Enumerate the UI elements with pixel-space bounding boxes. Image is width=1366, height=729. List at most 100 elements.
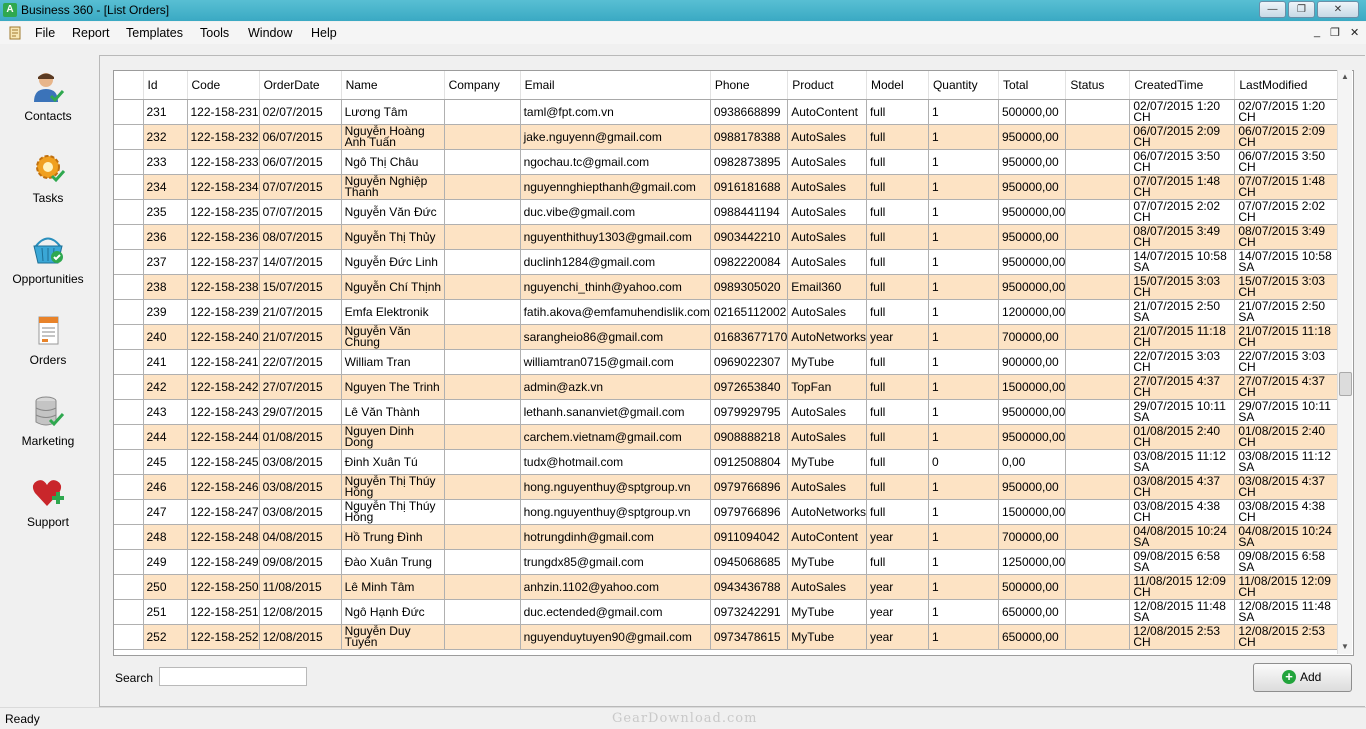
row-header[interactable]: [114, 199, 144, 225]
cell-status[interactable]: [1065, 174, 1131, 200]
cell-quantity[interactable]: 1: [928, 174, 999, 200]
cell-lastmodified[interactable]: 29/07/2015 10:11 SA: [1234, 399, 1344, 425]
cell-orderdate[interactable]: 12/08/2015: [259, 599, 342, 625]
cell-id[interactable]: 244: [143, 424, 188, 450]
cell-lastmodified[interactable]: 14/07/2015 10:58 SA: [1234, 249, 1344, 275]
column-header-email[interactable]: Email: [520, 71, 711, 100]
cell-name[interactable]: William Tran: [341, 349, 445, 375]
cell-code[interactable]: 122-158-246: [187, 474, 260, 500]
cell-name[interactable]: Nguyễn Thị Thúy Hồng: [341, 474, 445, 500]
cell-lastmodified[interactable]: 03/08/2015 11:12 SA: [1234, 449, 1344, 475]
cell-model[interactable]: full: [866, 274, 929, 300]
cell-model[interactable]: full: [866, 149, 929, 175]
column-header-name[interactable]: Name: [341, 71, 445, 100]
cell-id[interactable]: 241: [143, 349, 188, 375]
cell-lastmodified[interactable]: 06/07/2015 2:09 CH: [1234, 124, 1344, 150]
cell-orderdate[interactable]: 11/08/2015: [259, 574, 342, 600]
cell-status[interactable]: [1065, 299, 1131, 325]
cell-lastmodified[interactable]: 01/08/2015 2:40 CH: [1234, 424, 1344, 450]
mdi-minimize-button[interactable]: _: [1314, 26, 1320, 38]
column-header-lastmodified[interactable]: LastModified: [1234, 71, 1344, 100]
cell-id[interactable]: 247: [143, 499, 188, 525]
cell-status[interactable]: [1065, 224, 1131, 250]
row-header[interactable]: [114, 599, 144, 625]
cell-email[interactable]: tudx@hotmail.com: [520, 449, 711, 475]
cell-model[interactable]: year: [866, 599, 929, 625]
cell-product[interactable]: AutoSales: [787, 124, 867, 150]
cell-company[interactable]: [444, 174, 521, 200]
cell-code[interactable]: 122-158-252: [187, 624, 260, 650]
cell-name[interactable]: Nguyễn Văn Chung: [341, 324, 445, 350]
cell-phone[interactable]: 0972653840: [710, 374, 789, 400]
scrollbar-thumb[interactable]: [1339, 372, 1352, 396]
table-row[interactable]: 244 122-158-244 01/08/2015 Nguyen Dinh Dong…: [114, 424, 1344, 450]
cell-total[interactable]: 650000,00: [998, 599, 1067, 625]
sidebar-item-support[interactable]: Support: [0, 476, 96, 529]
row-header[interactable]: [114, 324, 144, 350]
cell-product[interactable]: AutoSales: [787, 149, 867, 175]
cell-id[interactable]: 236: [143, 224, 188, 250]
cell-company[interactable]: [444, 524, 521, 550]
cell-createdtime[interactable]: 03/08/2015 4:38 CH: [1129, 499, 1236, 525]
cell-id[interactable]: 242: [143, 374, 188, 400]
column-header-phone[interactable]: Phone: [710, 71, 789, 100]
cell-phone[interactable]: 0979766896: [710, 499, 789, 525]
cell-code[interactable]: 122-158-250: [187, 574, 260, 600]
cell-createdtime[interactable]: 12/08/2015 11:48 SA: [1129, 599, 1236, 625]
cell-code[interactable]: 122-158-243: [187, 399, 260, 425]
cell-quantity[interactable]: 1: [928, 249, 999, 275]
cell-createdtime[interactable]: 14/07/2015 10:58 SA: [1129, 249, 1236, 275]
cell-status[interactable]: [1065, 524, 1131, 550]
cell-company[interactable]: [444, 224, 521, 250]
cell-product[interactable]: MyTube: [787, 599, 867, 625]
cell-id[interactable]: 248: [143, 524, 188, 550]
cell-name[interactable]: Lê Văn Thành: [341, 399, 445, 425]
cell-total[interactable]: 950000,00: [998, 224, 1067, 250]
cell-name[interactable]: Nguyễn Thị Thủy: [341, 224, 445, 250]
cell-product[interactable]: AutoContent: [787, 99, 867, 125]
cell-code[interactable]: 122-158-241: [187, 349, 260, 375]
column-header-model[interactable]: Model: [866, 71, 929, 100]
cell-createdtime[interactable]: 01/08/2015 2:40 CH: [1129, 424, 1236, 450]
maximize-button[interactable]: ❐: [1288, 1, 1315, 18]
cell-model[interactable]: full: [866, 299, 929, 325]
table-row[interactable]: 233 122-158-233 06/07/2015 Ngô Thị Châu ngoc…: [114, 149, 1344, 175]
cell-quantity[interactable]: 1: [928, 499, 999, 525]
cell-status[interactable]: [1065, 249, 1131, 275]
cell-company[interactable]: [444, 424, 521, 450]
cell-company[interactable]: [444, 499, 521, 525]
cell-status[interactable]: [1065, 599, 1131, 625]
mdi-restore-button[interactable]: ❐: [1330, 26, 1340, 39]
cell-quantity[interactable]: 1: [928, 474, 999, 500]
row-header[interactable]: [114, 249, 144, 275]
column-header-id[interactable]: Id: [143, 71, 188, 100]
cell-phone[interactable]: 0969022307: [710, 349, 789, 375]
cell-email[interactable]: williamtran0715@gmail.com: [520, 349, 711, 375]
cell-model[interactable]: full: [866, 249, 929, 275]
table-row[interactable]: 239 122-158-239 21/07/2015 Emfa Elektronik f…: [114, 299, 1344, 325]
cell-product[interactable]: AutoNetworks: [787, 324, 867, 350]
cell-total[interactable]: 9500000,00: [998, 249, 1067, 275]
cell-company[interactable]: [444, 349, 521, 375]
cell-phone[interactable]: 0988178388: [710, 124, 789, 150]
cell-total[interactable]: 9500000,00: [998, 424, 1067, 450]
sidebar-item-opportunities[interactable]: Opportunities: [0, 233, 96, 286]
cell-name[interactable]: Emfa Elektronik: [341, 299, 445, 325]
scroll-down-arrow-icon[interactable]: ▼: [1338, 640, 1352, 654]
menu-file[interactable]: File: [35, 26, 55, 40]
cell-id[interactable]: 237: [143, 249, 188, 275]
cell-phone[interactable]: 02165112002: [710, 299, 789, 325]
table-row[interactable]: 237 122-158-237 14/07/2015 Nguyễn Đức Linh d…: [114, 249, 1344, 275]
cell-phone[interactable]: 0908888218: [710, 424, 789, 450]
cell-product[interactable]: AutoNetworks: [787, 499, 867, 525]
cell-orderdate[interactable]: 07/07/2015: [259, 174, 342, 200]
cell-createdtime[interactable]: 15/07/2015 3:03 CH: [1129, 274, 1236, 300]
sidebar-item-marketing[interactable]: Marketing: [0, 395, 96, 448]
table-row[interactable]: 236 122-158-236 08/07/2015 Nguyễn Thị Thủy n…: [114, 224, 1344, 250]
cell-status[interactable]: [1065, 449, 1131, 475]
cell-code[interactable]: 122-158-245: [187, 449, 260, 475]
cell-total[interactable]: 1500000,00: [998, 499, 1067, 525]
column-header-status[interactable]: Status: [1065, 71, 1131, 100]
cell-company[interactable]: [444, 399, 521, 425]
menu-tools[interactable]: Tools: [200, 26, 229, 40]
